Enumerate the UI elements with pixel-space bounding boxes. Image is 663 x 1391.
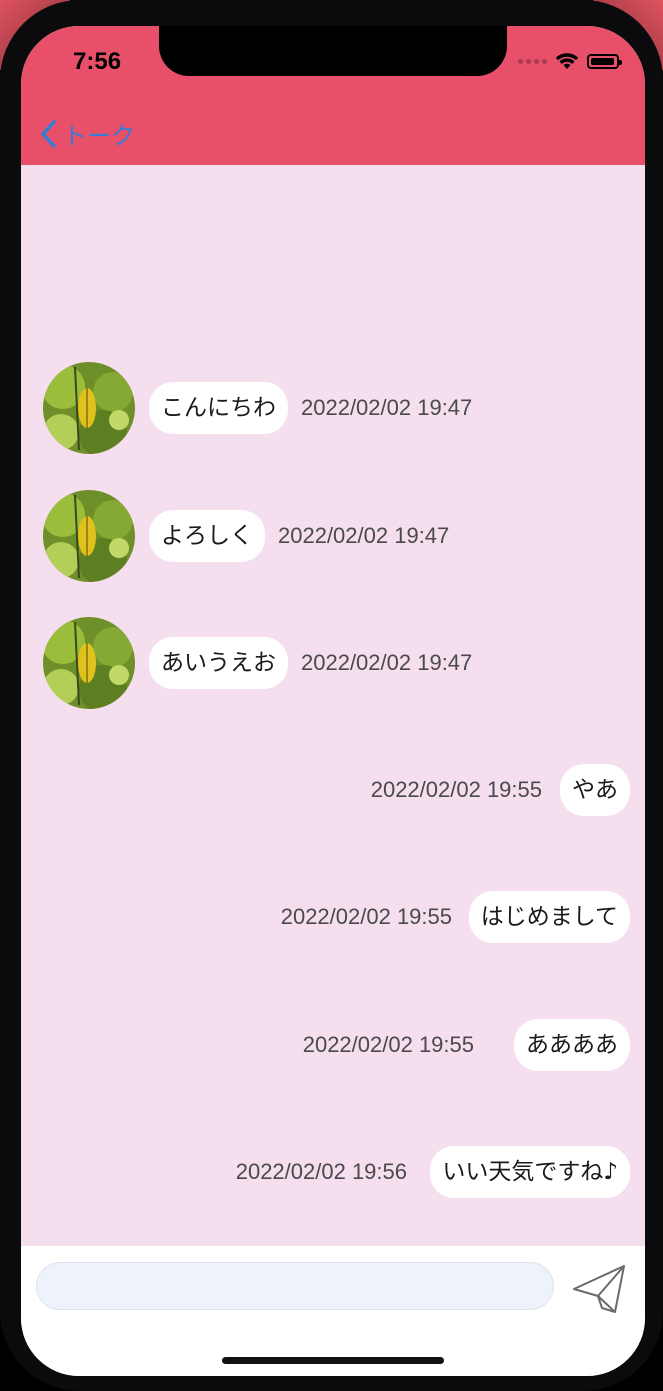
message-bubble[interactable]: こんにちわ bbox=[149, 382, 288, 434]
message-timestamp: 2022/02/02 19:55 bbox=[302, 1032, 474, 1057]
chevron-left-icon bbox=[41, 119, 56, 148]
avatar[interactable] bbox=[43, 490, 135, 582]
back-button[interactable]: トーク bbox=[39, 116, 135, 151]
avatar[interactable] bbox=[43, 617, 135, 709]
leaf-photo-icon bbox=[43, 490, 135, 582]
battery-level bbox=[591, 57, 614, 65]
avatar[interactable] bbox=[43, 362, 135, 454]
status-icons bbox=[518, 52, 622, 70]
message-timestamp: 2022/02/02 19:55 bbox=[370, 777, 542, 802]
message-row-incoming: こんにちわ 2022/02/02 19:47 bbox=[21, 362, 645, 456]
message-timestamp: 2022/02/02 19:47 bbox=[301, 395, 473, 420]
app-screen: 7:56 トーク こんにちわ 2022/02/02 19:47 よろしく 202… bbox=[21, 26, 645, 1376]
message-timestamp: 2022/02/02 19:47 bbox=[278, 523, 450, 548]
wifi-icon bbox=[555, 53, 579, 69]
leaf-photo-icon bbox=[43, 617, 135, 709]
message-row-outgoing: 2022/02/02 19:56 いい天気ですね♪ bbox=[21, 1146, 645, 1198]
message-bubble[interactable]: はじめまして bbox=[468, 891, 630, 943]
message-row-incoming: よろしく 2022/02/02 19:47 bbox=[21, 490, 645, 584]
status-time: 7:56 bbox=[73, 48, 122, 75]
message-bubble[interactable]: あいうえお bbox=[149, 637, 288, 689]
message-timestamp: 2022/02/02 19:56 bbox=[235, 1159, 407, 1184]
message-bubble[interactable]: いい天気ですね♪ bbox=[430, 1146, 630, 1198]
message-timestamp: 2022/02/02 19:47 bbox=[301, 650, 473, 675]
send-button[interactable] bbox=[569, 1258, 629, 1316]
device-frame: 7:56 トーク こんにちわ 2022/02/02 19:47 よろしく 202… bbox=[0, 0, 663, 1391]
message-bubble[interactable]: よろしく bbox=[149, 510, 265, 562]
message-row-outgoing: 2022/02/02 19:55 やあ bbox=[21, 764, 645, 816]
back-label: トーク bbox=[63, 122, 135, 150]
message-bubble[interactable]: ああああ bbox=[514, 1019, 630, 1071]
message-bubble[interactable]: やあ bbox=[560, 764, 630, 816]
message-timestamp: 2022/02/02 19:55 bbox=[280, 904, 452, 929]
navigation-header: 7:56 トーク bbox=[21, 26, 645, 165]
leaf-photo-icon bbox=[43, 362, 135, 454]
message-row-incoming: あいうえお 2022/02/02 19:47 bbox=[21, 617, 645, 711]
signal-dots-icon bbox=[518, 58, 547, 64]
message-input[interactable] bbox=[36, 1262, 554, 1310]
paper-plane-icon bbox=[573, 1265, 625, 1313]
message-row-outgoing: 2022/02/02 19:55 ああああ bbox=[21, 1019, 645, 1071]
battery-icon bbox=[587, 53, 622, 69]
home-indicator bbox=[222, 1357, 444, 1364]
message-list[interactable]: こんにちわ 2022/02/02 19:47 よろしく 2022/02/02 1… bbox=[21, 165, 645, 1246]
device-notch bbox=[159, 26, 507, 76]
message-row-outgoing: 2022/02/02 19:55 はじめまして bbox=[21, 891, 645, 943]
